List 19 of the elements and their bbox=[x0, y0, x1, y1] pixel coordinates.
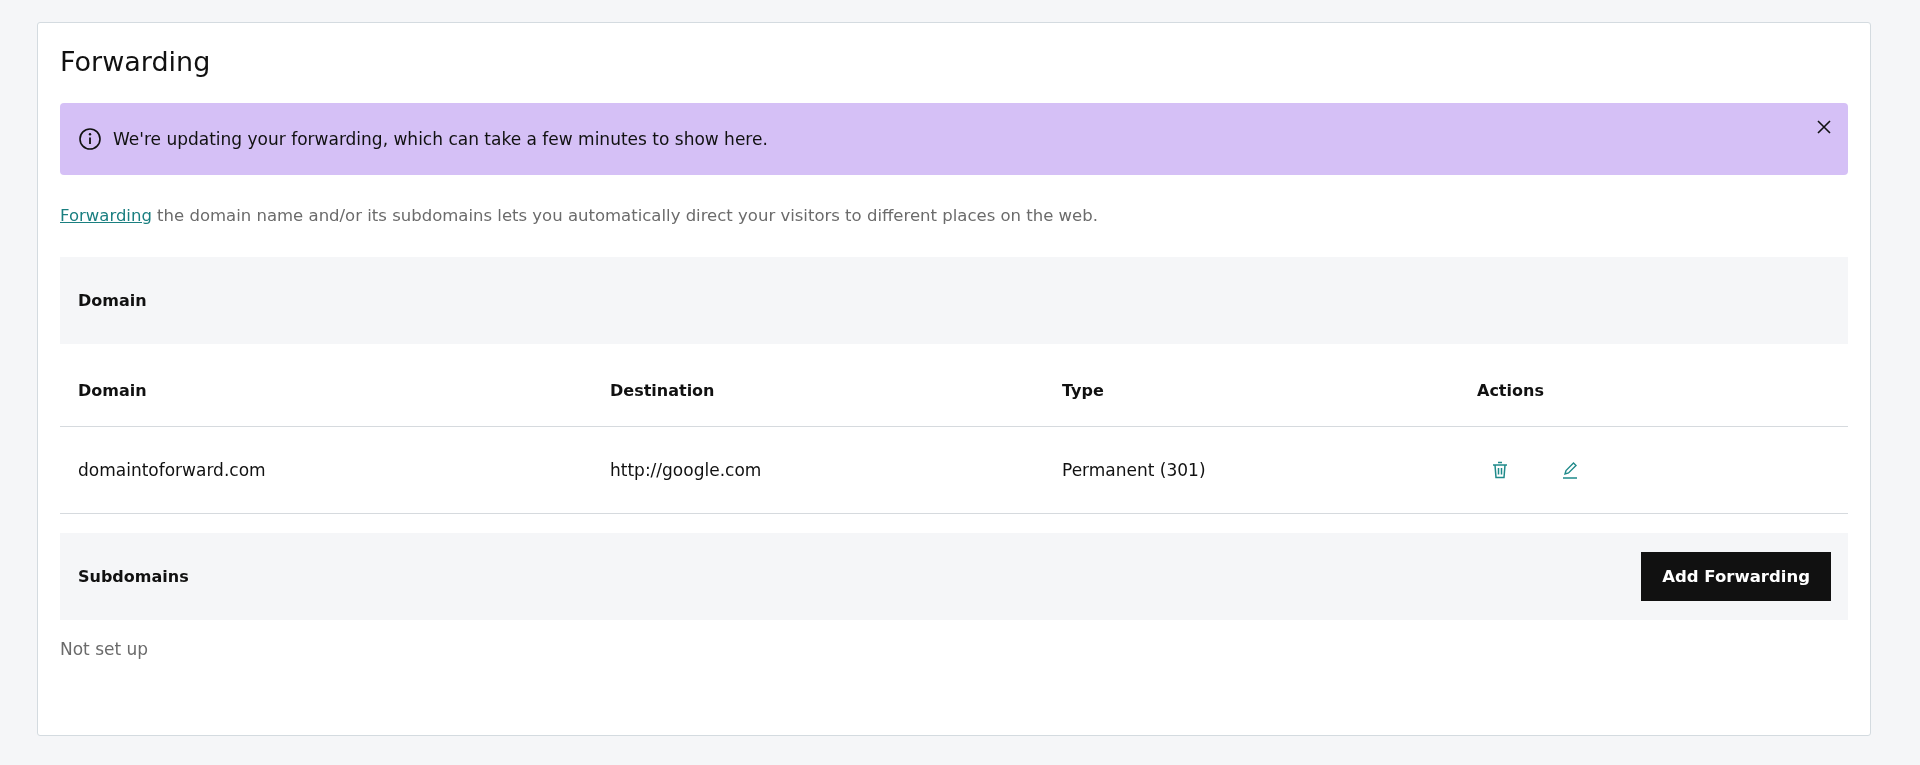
column-header: Destination bbox=[610, 379, 716, 400]
column-header: Domain bbox=[78, 379, 148, 400]
empty-state-text: Not set up bbox=[60, 639, 150, 659]
description-text: Forwarding the domain name and/or its subdomains lets you automatically direct your visitors to different places on the web. bbox=[60, 205, 1099, 227]
section-title: Domain bbox=[78, 291, 147, 310]
column-header: Type bbox=[1062, 379, 1105, 400]
table-cell-text: domaintoforward.com bbox=[78, 460, 267, 480]
page-title: Forwarding bbox=[60, 47, 212, 77]
delete-button[interactable] bbox=[1490, 460, 1510, 480]
close-button[interactable] bbox=[1816, 119, 1832, 135]
add-forwarding-button[interactable]: Add Forwarding bbox=[1641, 552, 1831, 601]
edit-button[interactable] bbox=[1560, 460, 1580, 480]
table-cell-text: Permanent (301) bbox=[1062, 460, 1207, 480]
info-icon bbox=[78, 127, 102, 151]
banner-message: We're updating your forwarding, which can take a few minutes to show here. bbox=[113, 129, 768, 149]
section-title: Subdomains bbox=[78, 567, 189, 586]
column-header: Actions bbox=[1477, 379, 1545, 400]
table-cell-text: http://google.com bbox=[610, 460, 763, 480]
forwarding-link[interactable]: Forwarding bbox=[60, 206, 152, 225]
